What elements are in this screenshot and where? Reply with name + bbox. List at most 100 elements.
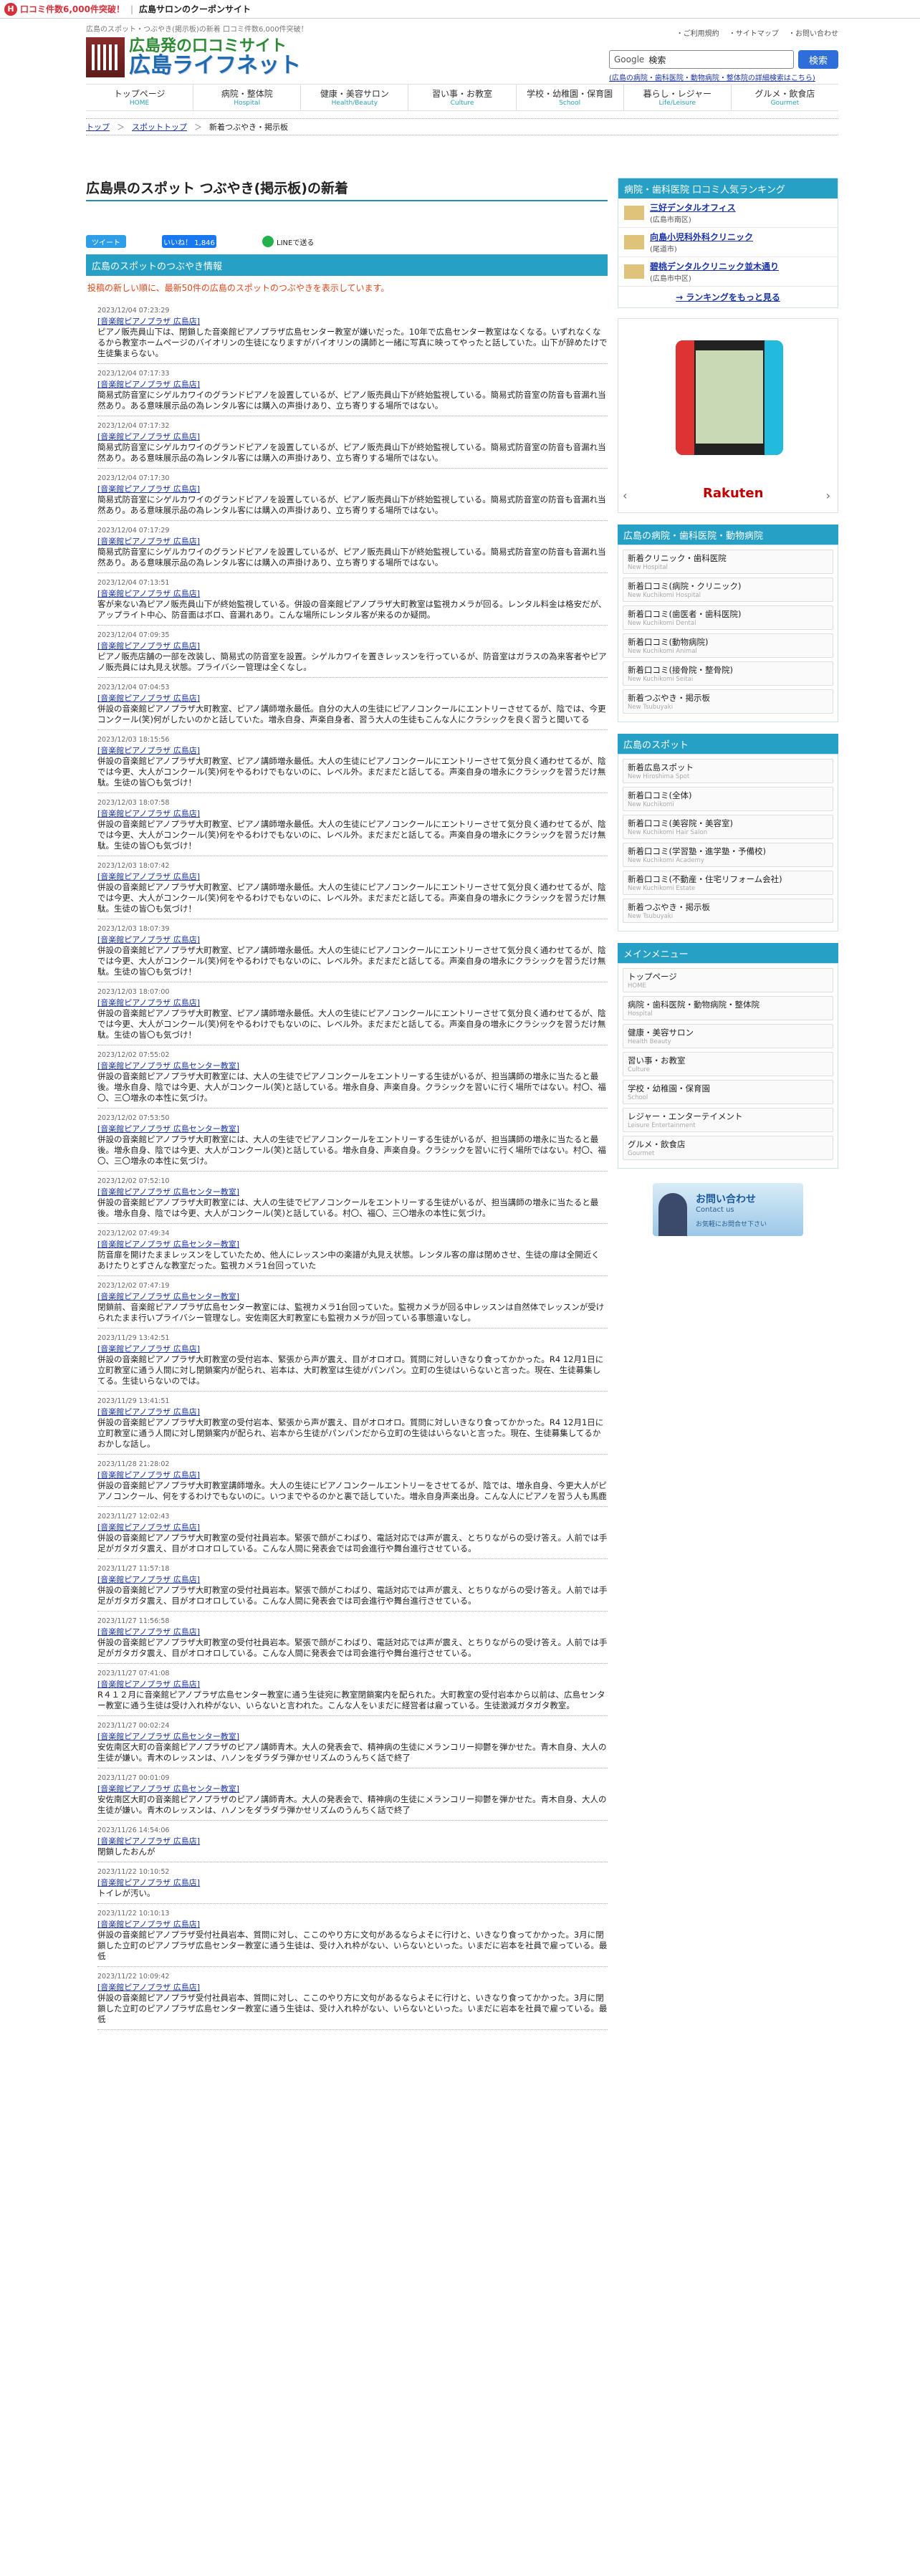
entry: 2023/11/26 14:54:06 [音楽館ピアノプラザ 広島店] 閉鎖したおん… bbox=[97, 1821, 608, 1862]
entry-date: 2023/11/27 11:56:58 bbox=[97, 1617, 170, 1625]
entry-shop-link[interactable]: [音楽館ピアノプラザ 広島店] bbox=[97, 872, 200, 881]
spot-menu-item[interactable]: 新着つぶやき・掲示板 New Tsubuyaki bbox=[623, 899, 833, 923]
search-area: Google 検索 検索 (広島の病院・歯科医院・動物病院・整体院の詳細検索はこ… bbox=[609, 50, 838, 82]
menu-menu-item[interactable]: トップページ HOME bbox=[623, 968, 833, 992]
entry-shop-link[interactable]: [音楽館ピアノプラザ 広島店] bbox=[97, 1983, 200, 1992]
entry-text: 併設の音楽館ピアノプラザ大町教室、ピアノ講師増永最低。大人の生徒にピアノコンクー… bbox=[97, 1008, 606, 1040]
entry: 2023/11/22 10:10:13 [音楽館ピアノプラザ 広島店] 併設の音楽館… bbox=[97, 1904, 608, 1967]
nav-hospital[interactable]: 病院・整体院 Hospital bbox=[193, 85, 300, 110]
ranking-name[interactable]: 向島小児科外科クリニック bbox=[650, 232, 753, 242]
entry-text: 併設の音楽館ピアノプラザ大町教室講師増永。大人の生徒にピアノコンクールエントリー… bbox=[97, 1480, 607, 1501]
logo-title: 広島ライフネット bbox=[129, 53, 301, 78]
entry-date: 2023/11/27 11:57:18 bbox=[97, 1565, 170, 1573]
menu-item-label: 新着つぶやき・掲示板 bbox=[628, 693, 710, 703]
promo-title[interactable]: 広島サロンのクーポンサイト bbox=[139, 3, 251, 15]
entry-shop-link[interactable]: [音楽館ピアノプラザ 広島店] bbox=[97, 1680, 200, 1689]
ranking-item[interactable]: 三好デンタルオフィス (広島市南区) bbox=[618, 198, 838, 228]
menu-item-en: New Kuchikomi Dental bbox=[628, 620, 696, 627]
breadcrumb-spot-top[interactable]: スポットトップ bbox=[132, 121, 187, 133]
ranking-more-link[interactable]: → ランキングをもっと見る bbox=[676, 292, 780, 302]
entry: 2023/12/02 07:49:34 [音楽館ピアノプラザ 広島センター教室] 防… bbox=[97, 1224, 608, 1276]
spot-menu-item[interactable]: 新着広島スポット New Hiroshima Spot bbox=[623, 759, 833, 783]
search-input[interactable]: Google 検索 bbox=[609, 50, 794, 69]
menu-item-label: 新着口コミ(全体) bbox=[628, 790, 692, 800]
entry-shop-link[interactable]: [音楽館ピアノプラザ 広島センター教室] bbox=[97, 1061, 239, 1071]
entry-shop-link[interactable]: [音楽館ピアノプラザ 広島店] bbox=[97, 809, 200, 818]
spot-menu-item[interactable]: 新着口コミ(美容院・美容室) New Kuchikomi Hair Salon bbox=[623, 815, 833, 839]
ranking-item[interactable]: 向島小児科外科クリニック (尾道市) bbox=[618, 228, 838, 257]
entry: 2023/12/04 07:17:33 [音楽館ピアノプラザ 広島店] 簡易式防音室… bbox=[97, 364, 608, 416]
hospital-menu-item[interactable]: 新着口コミ(接骨院・整骨院) New Kuchikomi Seitai bbox=[623, 661, 833, 686]
menu-item-en: New Kuchikomi Academy bbox=[628, 857, 704, 864]
entry-shop-link[interactable]: [音楽館ピアノプラザ 広島店] bbox=[97, 1344, 200, 1354]
ad-prev-icon[interactable]: ‹ bbox=[623, 489, 627, 502]
menu-menu-item[interactable]: レジャー・エンターテイメント Leisure Entertainment bbox=[623, 1108, 833, 1132]
entry-shop-link[interactable]: [音楽館ピアノプラザ 広島店] bbox=[97, 1407, 200, 1417]
entry-shop-link[interactable]: [音楽館ピアノプラザ 広島店] bbox=[97, 746, 200, 755]
tweet-button[interactable]: ツイート bbox=[86, 235, 126, 248]
menu-menu-item[interactable]: 習い事・お教室 Culture bbox=[623, 1052, 833, 1076]
entry-shop-link[interactable]: [音楽館ピアノプラザ 広島センター教室] bbox=[97, 1732, 239, 1741]
rakuten-ad[interactable]: ‹ Rakuten › bbox=[618, 318, 838, 513]
spot-menu-item[interactable]: 新着口コミ(全体) New Kuchikomi bbox=[623, 787, 833, 811]
breadcrumb-top[interactable]: トップ bbox=[86, 121, 110, 133]
entry-shop-link[interactable]: [音楽館ピアノプラザ 広島店] bbox=[97, 998, 200, 1007]
hospital-menu-item[interactable]: 新着口コミ(病院・クリニック) New Kuchikomi Hospital bbox=[623, 578, 833, 602]
nav-home[interactable]: トップページ HOME bbox=[86, 85, 193, 110]
entry-shop-link[interactable]: [音楽館ピアノプラザ 広島店] bbox=[97, 317, 200, 326]
entry-shop-link[interactable]: [音楽館ピアノプラザ 広島店] bbox=[97, 1523, 200, 1532]
entry-shop-link[interactable]: [音楽館ピアノプラザ 広島店] bbox=[97, 641, 200, 651]
terms-link[interactable]: ・ご利用規約 bbox=[676, 30, 719, 38]
search-button[interactable]: 検索 bbox=[798, 50, 838, 69]
entry-shop-link[interactable]: [音楽館ピアノプラザ 広島店] bbox=[97, 1878, 200, 1887]
entry-shop-link[interactable]: [音楽館ピアノプラザ 広島店] bbox=[97, 380, 200, 389]
menu-menu-item[interactable]: グルメ・飲食店 Gourmet bbox=[623, 1136, 833, 1160]
entry-text: ピアノ販売店舗の一部を改装し、簡易式の防音室を設置。シゲルカワイを置きレッスンを… bbox=[97, 651, 607, 672]
line-share-button[interactable]: LINEで送る bbox=[262, 235, 318, 248]
entry: 2023/12/03 18:07:00 [音楽館ピアノプラザ 広島店] 併設の音楽館… bbox=[97, 982, 608, 1045]
menu-item-label: 新着口コミ(不動産・住宅リフォーム会社) bbox=[628, 874, 782, 884]
nav-gourmet[interactable]: グルメ・飲食店 Gourmet bbox=[730, 85, 838, 110]
entry-shop-link[interactable]: [音楽館ピアノプラザ 広島センター教室] bbox=[97, 1784, 239, 1794]
entry-shop-link[interactable]: [音楽館ピアノプラザ 広島センター教室] bbox=[97, 1240, 239, 1249]
entry-shop-link[interactable]: [音楽館ピアノプラザ 広島店] bbox=[97, 589, 200, 598]
facebook-like-button[interactable]: いいね！ 1,846 bbox=[162, 235, 216, 248]
hospital-menu-item[interactable]: 新着口コミ(歯医者・歯科医院) New Kuchikomi Dental bbox=[623, 605, 833, 630]
detail-search-link[interactable]: (広島の病院・歯科医院・動物病院・整体院の詳細検索はこちら) bbox=[609, 72, 838, 82]
entry-shop-link[interactable]: [音楽館ピアノプラザ 広島店] bbox=[97, 484, 200, 494]
menu-menu-item[interactable]: 健康・美容サロン Health Beauty bbox=[623, 1024, 833, 1048]
entry-shop-link[interactable]: [音楽館ピアノプラザ 広島センター教室] bbox=[97, 1292, 239, 1301]
spot-menu-item[interactable]: 新着口コミ(学習塾・進学塾・予備校) New Kuchikomi Academy bbox=[623, 843, 833, 867]
ranking-name[interactable]: 碧桃デンタルクリニック並木通り bbox=[650, 262, 779, 272]
entry-shop-link[interactable]: [音楽館ピアノプラザ 広島センター教室] bbox=[97, 1124, 239, 1134]
entry-shop-link[interactable]: [音楽館ピアノプラザ 広島店] bbox=[97, 694, 200, 703]
menu-menu-item[interactable]: 学校・幼稚園・保育園 School bbox=[623, 1080, 833, 1104]
menu-menu-item[interactable]: 病院・歯科医院・動物病院・整体院 Hospital bbox=[623, 996, 833, 1020]
contact-link[interactable]: ・お問い合わせ bbox=[788, 30, 838, 38]
entry-shop-link[interactable]: [音楽館ピアノプラザ 広島店] bbox=[97, 1470, 200, 1480]
entry-text: 簡易式防音室にシゲルカワイのグランドピアノを設置しているが、ピアノ販売員山下が終… bbox=[97, 494, 606, 515]
hospital-menu-item[interactable]: 新着口コミ(動物病院) New Kuchikomi Animal bbox=[623, 633, 833, 658]
hospital-menu-item[interactable]: 新着つぶやき・掲示板 New Tsubuyaki bbox=[623, 689, 833, 714]
entry-shop-link[interactable]: [音楽館ピアノプラザ 広島店] bbox=[97, 432, 200, 441]
entry-shop-link[interactable]: [音楽館ピアノプラザ 広島店] bbox=[97, 537, 200, 546]
hospital-menu-item[interactable]: 新着クリニック・歯科医院 New Hospital bbox=[623, 550, 833, 574]
entry-shop-link[interactable]: [音楽館ピアノプラザ 広島店] bbox=[97, 1627, 200, 1637]
nav-culture[interactable]: 習い事・お教室 Culture bbox=[408, 85, 515, 110]
entry-shop-link[interactable]: [音楽館ピアノプラザ 広島店] bbox=[97, 1837, 200, 1846]
entry-shop-link[interactable]: [音楽館ピアノプラザ 広島店] bbox=[97, 1920, 200, 1929]
ranking-item[interactable]: 碧桃デンタルクリニック並木通り (広島市中区) bbox=[618, 257, 838, 287]
nav-school[interactable]: 学校・幼稚園・保育園 School bbox=[515, 85, 623, 110]
ad-next-icon[interactable]: › bbox=[826, 489, 830, 502]
entry-date: 2023/12/02 07:53:50 bbox=[97, 1114, 170, 1122]
promo-text[interactable]: 口コミ件数6,000件突破！ bbox=[20, 3, 125, 15]
entry-shop-link[interactable]: [音楽館ピアノプラザ 広島店] bbox=[97, 935, 200, 944]
nav-life-leisure[interactable]: 暮らし・レジャー Life/Leisure bbox=[623, 85, 731, 110]
spot-menu-item[interactable]: 新着口コミ(不動産・住宅リフォーム会社) New Kuchikomi Estate bbox=[623, 871, 833, 895]
nav-health-beauty[interactable]: 健康・美容サロン Health/Beauty bbox=[300, 85, 408, 110]
contact-banner[interactable]: お問い合わせ Contact us お気軽にお問合せ下さい bbox=[653, 1183, 803, 1236]
ranking-name[interactable]: 三好デンタルオフィス bbox=[650, 203, 736, 213]
sitemap-link[interactable]: ・サイトマップ bbox=[729, 30, 779, 38]
entry-shop-link[interactable]: [音楽館ピアノプラザ 広島店] bbox=[97, 1575, 200, 1584]
entry-shop-link[interactable]: [音楽館ピアノプラザ 広島センター教室] bbox=[97, 1187, 239, 1197]
